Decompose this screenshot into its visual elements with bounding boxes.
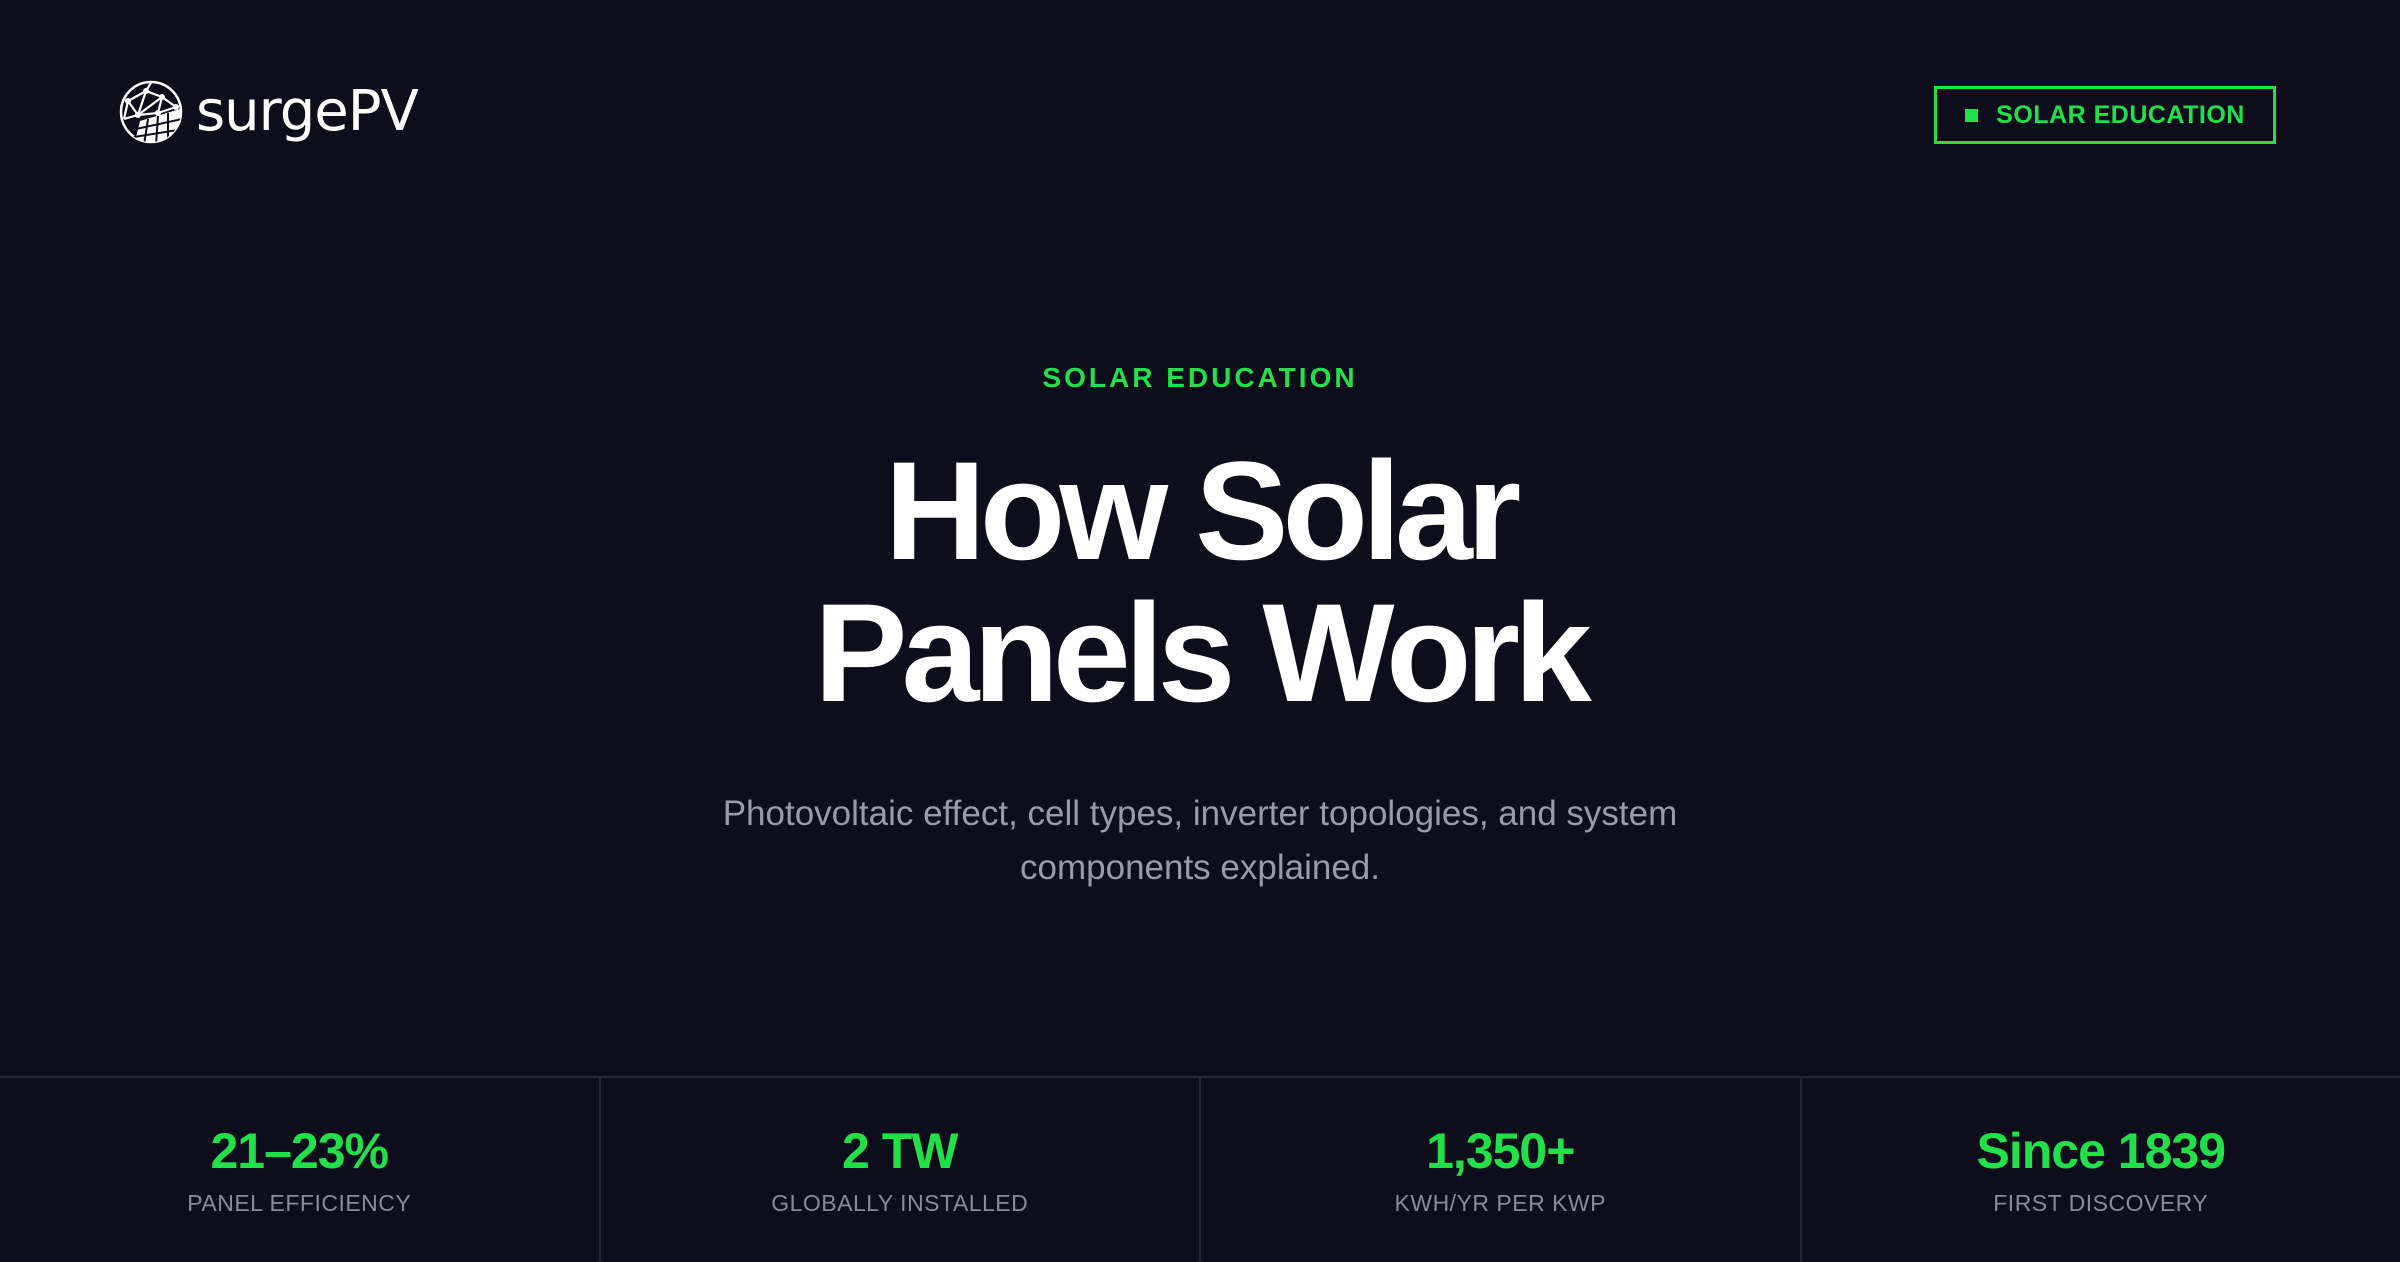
- stat-value: 1,350+: [1201, 1122, 1800, 1180]
- solar-globe-icon: [118, 79, 184, 145]
- title-line-2: Panels Work: [0, 582, 2400, 724]
- subtitle-line-1: Photovoltaic effect, cell types, inverte…: [723, 794, 1678, 833]
- page-title: How Solar Panels Work: [0, 440, 2400, 724]
- page-subtitle: Photovoltaic effect, cell types, inverte…: [650, 787, 1750, 895]
- stat-label: KWH/YR PER KWP: [1201, 1190, 1800, 1217]
- stat-value: 21–23%: [0, 1122, 599, 1180]
- logo-text: surgePV: [196, 76, 418, 148]
- solar-education-badge[interactable]: SOLAR EDUCATION: [1934, 86, 2276, 144]
- eyebrow-label: SOLAR EDUCATION: [0, 362, 2400, 394]
- square-icon: [1965, 109, 1978, 122]
- site-header: surgePV SOLAR EDUCATION: [0, 0, 2400, 200]
- badge-label: SOLAR EDUCATION: [1996, 101, 2245, 130]
- stat-globally-installed: 2 TW GLOBALLY INSTALLED: [601, 1078, 1202, 1262]
- title-line-1: How Solar: [0, 440, 2400, 582]
- stat-kwh-per-kwp: 1,350+ KWH/YR PER KWP: [1201, 1078, 1802, 1262]
- stat-panel-efficiency: 21–23% PANEL EFFICIENCY: [0, 1078, 601, 1262]
- stat-value: 2 TW: [601, 1122, 1200, 1180]
- stat-label: PANEL EFFICIENCY: [0, 1190, 599, 1217]
- stat-label: FIRST DISCOVERY: [1802, 1190, 2400, 1217]
- stat-value: Since 1839: [1802, 1122, 2400, 1180]
- stat-label: GLOBALLY INSTALLED: [601, 1190, 1200, 1217]
- subtitle-line-2: components explained.: [1020, 848, 1380, 887]
- stat-first-discovery: Since 1839 FIRST DISCOVERY: [1802, 1078, 2400, 1262]
- stats-bar: 21–23% PANEL EFFICIENCY 2 TW GLOBALLY IN…: [0, 1076, 2400, 1262]
- logo[interactable]: surgePV: [118, 76, 418, 148]
